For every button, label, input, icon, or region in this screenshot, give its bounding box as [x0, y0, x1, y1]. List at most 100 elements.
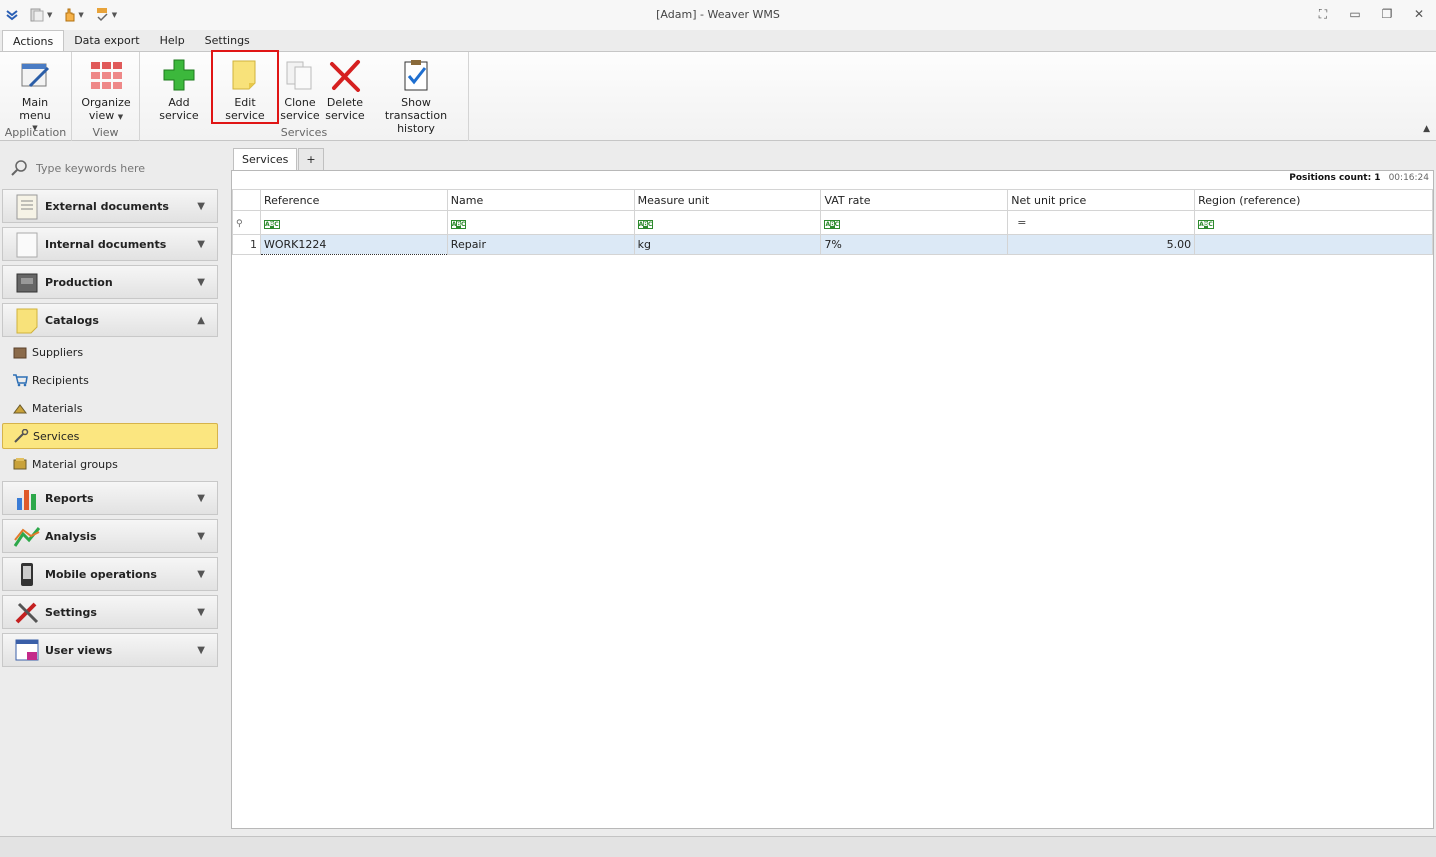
minimize-button[interactable]: ▭ [1342, 4, 1368, 24]
main-menu-button[interactable]: Main menu ▼ [6, 56, 64, 135]
nav-item-services[interactable]: Services [2, 423, 218, 449]
text-filter-icon: ABC [824, 220, 841, 229]
elapsed-time: 00:16:24 [1388, 173, 1429, 183]
cell-region[interactable] [1194, 234, 1433, 255]
equals-filter-icon: = [1017, 216, 1027, 229]
nav-group-internal-documents[interactable]: Internal documents ▼ [2, 227, 218, 261]
tab-actions[interactable]: Actions [2, 30, 65, 52]
filter-row: ⚲ ABC ABC ABC ABC = ABC [232, 210, 1433, 235]
chevron-down-icon: ▼ [197, 276, 205, 288]
title-bar: ▼ ▼ ▼ [Adam] - Weaver WMS ⛶ ▭ ❐ ✕ [0, 0, 1436, 30]
nav-group-analysis[interactable]: Analysis ▼ [2, 519, 218, 553]
tab-data-export[interactable]: Data export [64, 30, 149, 52]
clone-service-button[interactable]: Clone service [280, 56, 320, 122]
chevron-down-icon: ▼ [197, 606, 205, 618]
services-table: Reference Name Measure unit VAT rate Net… [232, 189, 1433, 255]
nav-group-mobile-operations[interactable]: Mobile operations ▼ [2, 557, 218, 591]
table-row[interactable]: 1 WORK1224 Repair kg 7% 5.00 [232, 234, 1433, 255]
ribbon-collapse-button[interactable]: ▲ [1423, 124, 1430, 134]
chevron-down-icon: ▼ [197, 644, 205, 656]
cell-measure-unit[interactable]: kg [633, 234, 822, 255]
tab-help[interactable]: Help [150, 30, 195, 52]
restore-layout-button[interactable]: ⛶ [1310, 4, 1336, 24]
filter-cell-vat-rate[interactable]: ABC [820, 210, 1009, 235]
nav-group-label: External documents [45, 199, 169, 213]
group-label-application: Application [4, 126, 67, 139]
pin-icon: ⚲ [236, 219, 243, 229]
cell-net-unit-price[interactable]: 5.00 [1007, 234, 1196, 255]
reports-chart-icon [17, 490, 36, 510]
clone-service-label-2: service [280, 109, 320, 122]
nav-item-label: Services [33, 429, 80, 443]
search-input[interactable] [36, 161, 216, 175]
filter-cell-reference[interactable]: ABC [259, 210, 448, 235]
add-tab-button[interactable]: + [298, 148, 324, 170]
cell-reference[interactable]: WORK1224 [259, 234, 448, 255]
chevron-down-icon: ▼ [197, 530, 205, 542]
header-row: Reference Name Measure unit VAT rate Net… [232, 189, 1433, 211]
search-icon [11, 160, 27, 176]
wrench-icon [14, 429, 29, 443]
nav-group-user-views[interactable]: User views ▼ [2, 633, 218, 667]
nav-item-materials[interactable]: Materials [2, 395, 218, 421]
delete-x-icon [330, 60, 360, 92]
nav-group-label: Catalogs [45, 313, 99, 327]
text-filter-icon: ABC [1198, 220, 1214, 229]
nav-group-catalogs[interactable]: Catalogs ▲ [2, 303, 218, 337]
delete-service-label-2: service [325, 109, 365, 122]
group-services: Add service Edit service Clone service D… [140, 52, 469, 141]
cell-vat-rate[interactable]: 7% [820, 234, 1009, 255]
text-filter-icon: ABC [637, 220, 654, 229]
nav-item-label: Material groups [32, 457, 118, 471]
group-view: Organize view ▼ View [72, 52, 140, 141]
cell-name[interactable]: Repair [446, 234, 635, 255]
nav-group-external-documents[interactable]: External documents ▼ [2, 189, 218, 223]
edit-service-button[interactable]: Edit service [214, 56, 276, 122]
column-header-vat-rate[interactable]: VAT rate [820, 189, 1009, 211]
restore-icon: ❐ [1381, 7, 1393, 21]
edit-note-icon [232, 60, 256, 90]
tab-settings[interactable]: Settings [195, 30, 260, 52]
clone-icon [286, 61, 312, 90]
nav-group-label: Production [45, 275, 113, 289]
filter-cell-name[interactable]: ABC [446, 210, 635, 235]
filter-pin-cell: ⚲ [232, 210, 261, 235]
column-header-net-unit-price[interactable]: Net unit price [1007, 189, 1196, 211]
close-button[interactable]: ✕ [1406, 4, 1432, 24]
delete-service-button[interactable]: Delete service [324, 56, 366, 122]
chevron-up-icon: ▲ [197, 314, 205, 326]
clipboard-check-icon [404, 60, 428, 91]
search-box [10, 159, 216, 177]
nav-group-production[interactable]: Production ▼ [2, 265, 218, 299]
nav-item-suppliers[interactable]: Suppliers [2, 339, 218, 365]
group-label-view: View [92, 126, 119, 139]
main-panel: Services + Positions count: 1 00:16:24 R… [230, 143, 1436, 835]
positions-count: Positions count: 1 [1289, 173, 1381, 183]
tab-services[interactable]: Services [233, 148, 298, 170]
text-filter-icon: ABC [450, 220, 467, 229]
add-service-label: Add service [159, 96, 199, 122]
column-header-measure-unit[interactable]: Measure unit [633, 189, 822, 211]
nav-item-label: Suppliers [32, 345, 84, 359]
column-header-region[interactable]: Region (reference) [1194, 189, 1433, 211]
nav-group-reports[interactable]: Reports ▼ [2, 481, 218, 515]
analysis-icon [13, 527, 41, 547]
add-service-button[interactable]: Add service [148, 56, 210, 122]
column-header-reference[interactable]: Reference [259, 189, 448, 211]
show-transaction-history-button[interactable]: Show transaction history [370, 56, 462, 135]
close-icon: ✕ [1413, 7, 1425, 21]
organize-view-button[interactable]: Organize view ▼ [78, 56, 134, 124]
internal-documents-icon [16, 232, 38, 258]
nav-item-material-groups[interactable]: Material groups [2, 451, 218, 477]
filter-cell-region[interactable]: ABC [1194, 210, 1433, 235]
catalogs-note-icon [16, 308, 38, 334]
filter-cell-measure-unit[interactable]: ABC [633, 210, 822, 235]
nav-group-settings[interactable]: Settings ▼ [2, 595, 218, 629]
maximize-button[interactable]: ❐ [1374, 4, 1400, 24]
chevron-down-icon: ▼ [197, 238, 205, 250]
chevron-up-icon: ▲ [1423, 124, 1430, 134]
nav-group-label: Analysis [45, 529, 97, 543]
filter-cell-net-unit-price[interactable]: = [1007, 210, 1196, 235]
nav-item-recipients[interactable]: Recipients [2, 367, 218, 393]
column-header-name[interactable]: Name [446, 189, 635, 211]
